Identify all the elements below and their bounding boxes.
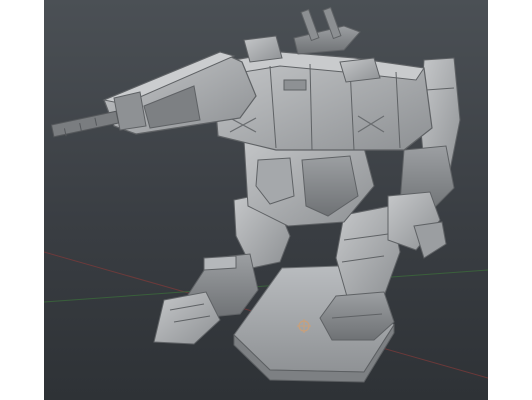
mech-model-render: [44, 6, 488, 383]
3d-viewport[interactable]: [44, 0, 488, 400]
